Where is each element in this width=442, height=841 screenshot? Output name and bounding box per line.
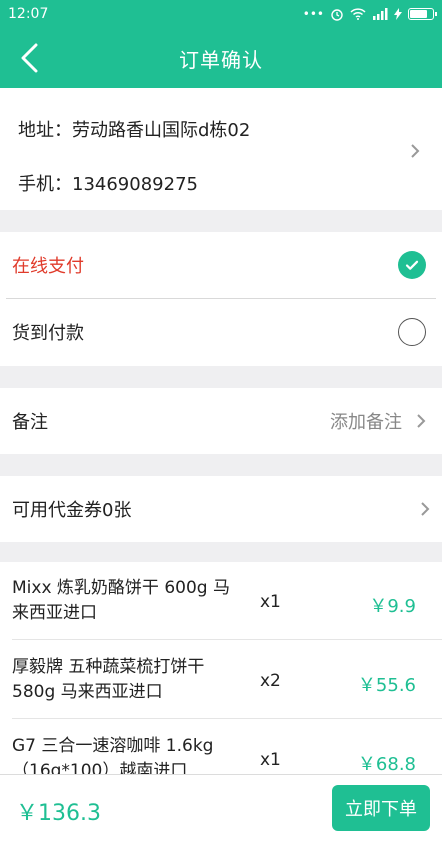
checkout-bar: ￥136.3 立即下单 bbox=[0, 774, 442, 841]
more-icon: ••• bbox=[302, 7, 324, 21]
charging-icon bbox=[394, 8, 402, 20]
status-bar: 12:07 ••• bbox=[0, 0, 442, 28]
coupon-row[interactable]: 可用代金券0张 bbox=[0, 476, 442, 542]
item-qty: x2 bbox=[260, 671, 281, 691]
back-button[interactable] bbox=[14, 42, 44, 74]
list-item: G7 三合一速溶咖啡 1.6kg（16g*100）越南进口 x1 ￥68.8 bbox=[0, 720, 442, 774]
remark-hint: 添加备注 bbox=[330, 412, 402, 433]
battery-icon bbox=[408, 8, 437, 20]
item-name: Mixx 炼乳奶酪饼干 600g 马来西亚进口 bbox=[12, 578, 230, 623]
remark-label: 备注 bbox=[12, 412, 48, 433]
list-item: Mixx 炼乳奶酪饼干 600g 马来西亚进口 x1 ￥9.9 bbox=[0, 562, 442, 640]
payment-option-cod[interactable]: 货到付款 bbox=[0, 299, 442, 365]
payment-option-online[interactable]: 在线支付 bbox=[0, 232, 442, 298]
alarm-icon bbox=[331, 9, 343, 21]
phone-text: 手机：13469089275 bbox=[18, 174, 198, 195]
chevron-right-icon bbox=[421, 502, 430, 516]
item-price: ￥9.9 bbox=[369, 596, 416, 617]
chevron-right-icon bbox=[411, 144, 420, 158]
signal-icon bbox=[373, 8, 388, 20]
page-title: 订单确认 bbox=[179, 47, 263, 72]
status-icons: ••• bbox=[302, 7, 437, 21]
address-card[interactable]: 地址：劳动路香山国际d栋02 手机：13469089275 bbox=[0, 88, 442, 210]
coupon-label: 可用代金券0张 bbox=[12, 500, 132, 521]
list-item: 厚毅牌 五种蔬菜梳打饼干 580g 马来西亚进口 x2 ￥55.6 bbox=[0, 641, 442, 719]
item-price: ￥55.6 bbox=[357, 675, 416, 696]
item-price: ￥68.8 bbox=[357, 754, 416, 774]
wifi-icon bbox=[350, 8, 366, 20]
order-item-list[interactable]: Mixx 炼乳奶酪饼干 600g 马来西亚进口 x1 ￥9.9 厚毅牌 五种蔬菜… bbox=[0, 562, 442, 774]
payment-option-label: 货到付款 bbox=[12, 323, 84, 344]
divider bbox=[12, 718, 442, 719]
payment-option-label: 在线支付 bbox=[12, 256, 84, 277]
item-qty: x1 bbox=[260, 592, 281, 612]
remark-row[interactable]: 备注 添加备注 bbox=[0, 388, 442, 454]
chevron-right-icon bbox=[417, 414, 426, 428]
unchecked-icon[interactable] bbox=[398, 318, 426, 346]
checked-icon[interactable] bbox=[398, 251, 426, 279]
divider bbox=[12, 639, 442, 640]
total-price: ￥136.3 bbox=[16, 801, 101, 826]
item-name: G7 三合一速溶咖啡 1.6kg（16g*100）越南进口 bbox=[12, 736, 214, 774]
back-arrow-icon bbox=[21, 43, 38, 73]
payment-card: 在线支付 货到付款 bbox=[0, 232, 442, 366]
submit-order-button[interactable]: 立即下单 bbox=[332, 785, 430, 831]
address-text: 地址：劳动路香山国际d栋02 bbox=[18, 120, 251, 141]
nav-bar: 订单确认 bbox=[0, 28, 442, 88]
status-time: 12:07 bbox=[8, 6, 49, 22]
item-qty: x1 bbox=[260, 750, 281, 770]
item-name: 厚毅牌 五种蔬菜梳打饼干 580g 马来西亚进口 bbox=[12, 657, 205, 702]
